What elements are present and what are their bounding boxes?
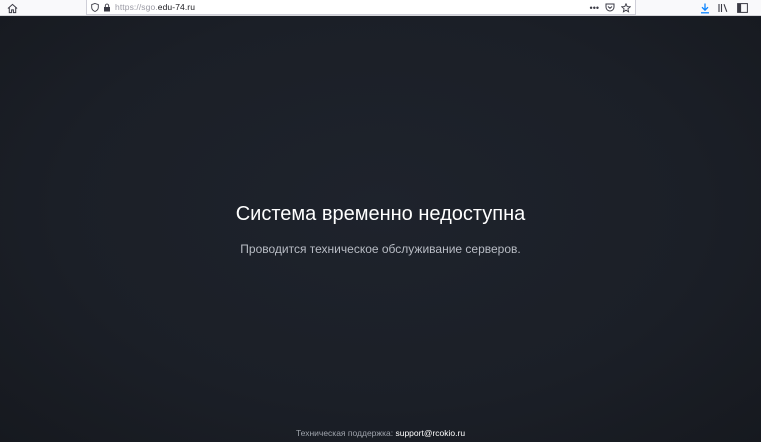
maintenance-message: Проводится техническое обслуживание серв… xyxy=(240,242,521,256)
download-icon[interactable] xyxy=(700,3,710,14)
page-actions-menu-icon[interactable]: ••• xyxy=(590,3,599,13)
library-icon[interactable] xyxy=(718,3,729,13)
lock-icon[interactable] xyxy=(103,3,111,12)
browser-toolbar: https://sgo.edu-74.ru ••• xyxy=(0,0,761,16)
home-icon[interactable] xyxy=(4,0,20,16)
shield-icon[interactable] xyxy=(91,2,99,12)
page-title: Система временно недоступна xyxy=(235,203,526,225)
support-label: Техническая поддержка: xyxy=(295,428,394,438)
bookmark-star-icon[interactable] xyxy=(621,2,631,13)
support-email-link[interactable]: support@rcokio.ru xyxy=(395,428,465,438)
url-bar[interactable]: https://sgo.edu-74.ru ••• xyxy=(86,0,636,15)
pocket-icon[interactable] xyxy=(605,3,615,12)
sidebar-icon[interactable] xyxy=(737,3,748,13)
url-host: edu-74.ru xyxy=(157,2,196,12)
maintenance-page: Система временно недоступна Проводится т… xyxy=(0,17,761,442)
support-footer: Техническая поддержка: support@rcokio.ru xyxy=(0,428,761,438)
url-scheme: https://sgo. xyxy=(115,2,158,12)
url-text[interactable]: https://sgo.edu-74.ru xyxy=(115,2,195,12)
